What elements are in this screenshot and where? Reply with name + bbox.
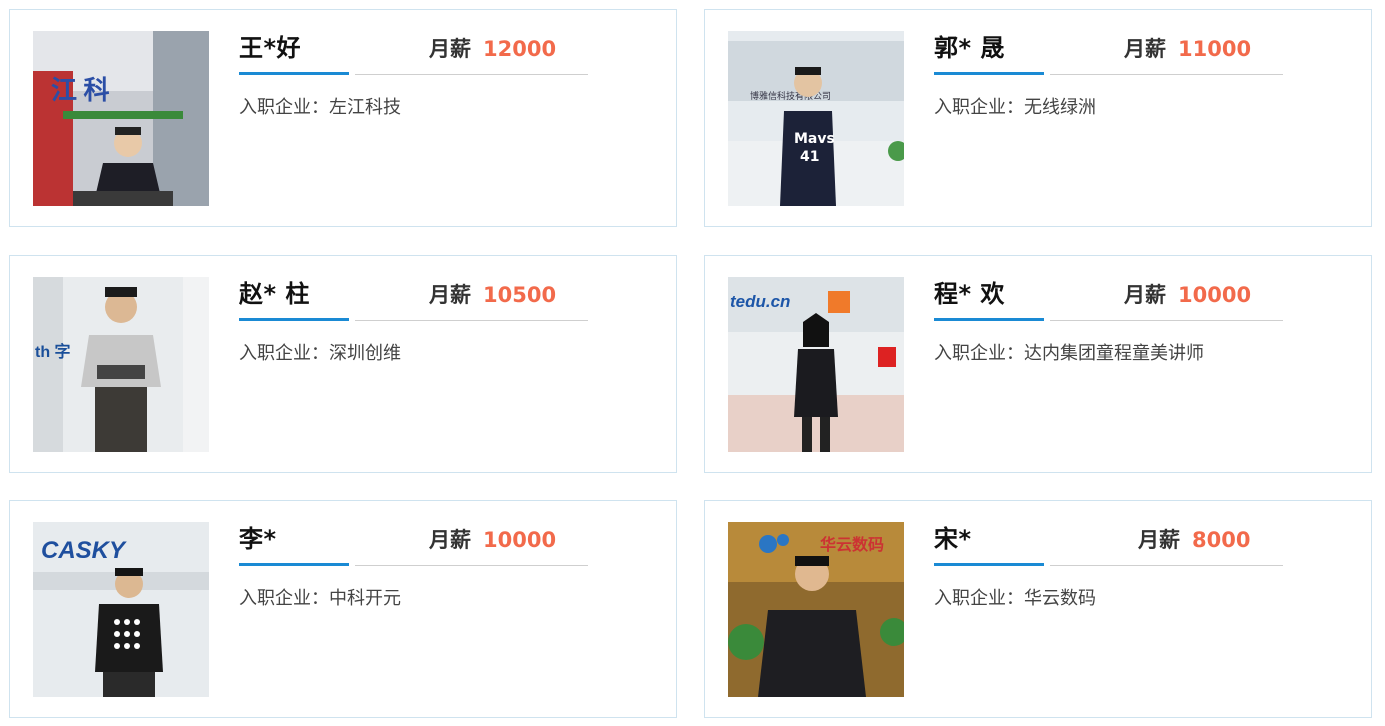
company-line: 入职企业：左江科技 [239,95,401,121]
employee-photo: CASKY [33,522,209,697]
salary-block: 月薪 12000 [429,34,589,64]
company-line: 入职企业：中科开元 [239,586,401,612]
employee-card[interactable]: 华云数码 宋* 月薪 8000 入职企业：华云数码 [704,500,1372,718]
company-name: 左江科技 [329,97,401,118]
employee-photo: 博雅信科技有限公司 Mavs 41 [728,31,904,206]
salary-underline [1050,74,1283,75]
photo-sign-text: CASKY [41,537,127,564]
salary-label: 月薪 [1124,283,1166,307]
salary-value: 10000 [483,528,557,552]
salary-label: 月薪 [429,528,471,552]
salary-value: 11000 [1178,37,1252,61]
employee-card[interactable]: 江 科 王*好 月薪 12000 入职企业：左江科技 [9,9,677,227]
svg-text:41: 41 [800,149,819,165]
salary-underline [1050,565,1283,566]
salary-label: 月薪 [1138,528,1180,552]
company-name: 深圳创维 [329,343,401,364]
salary-value: 12000 [483,37,557,61]
employment-card-grid: 江 科 王*好 月薪 12000 入职企业：左江科技 博雅信科技有限公司 Mav… [0,0,1385,726]
name-underline [239,318,349,321]
salary-label: 月薪 [429,283,471,307]
company-prefix: 入职企业： [934,97,1024,118]
salary-underline [355,565,588,566]
name-underline [239,72,349,75]
employee-photo: tedu.cn [728,277,904,452]
photo-sign-text: tedu.cn [730,292,790,311]
salary-label: 月薪 [429,37,471,61]
name-underline [239,563,349,566]
salary-underline [355,320,588,321]
salary-block: 月薪 10000 [1124,280,1284,310]
company-name: 中科开元 [329,588,401,609]
company-line: 入职企业：深圳创维 [239,341,401,367]
company-prefix: 入职企业： [239,588,329,609]
employee-name: 赵* 柱 [239,280,310,308]
svg-text:Mavs: Mavs [794,131,835,147]
salary-label: 月薪 [1124,37,1166,61]
employee-card[interactable]: tedu.cn 程* 欢 月薪 10000 入职企业：达内集团童程童美讲师 [704,255,1372,473]
company-prefix: 入职企业： [934,588,1024,609]
company-prefix: 入职企业： [934,343,1024,364]
photo-sign-text: 华云数码 [820,535,884,554]
employee-photo: 江 科 [33,31,209,206]
name-underline [934,318,1044,321]
salary-block: 月薪 10000 [429,525,589,555]
employee-name: 程* 欢 [934,280,1005,308]
salary-block: 月薪 11000 [1124,34,1284,64]
employee-card[interactable]: 博雅信科技有限公司 Mavs 41 郭* 晟 月薪 11000 入职企业：无线绿洲 [704,9,1372,227]
company-prefix: 入职企业： [239,97,329,118]
company-name: 达内集团童程童美讲师 [1024,343,1204,364]
salary-block: 月薪 8000 [1138,525,1298,555]
company-name: 华云数码 [1024,588,1096,609]
salary-value: 10000 [1178,283,1252,307]
company-name: 无线绿洲 [1024,97,1096,118]
photo-sign-text: th 字 [35,342,71,361]
name-underline [934,72,1044,75]
employee-name: 王*好 [239,34,302,62]
employee-name: 李* [239,525,277,553]
company-line: 入职企业：无线绿洲 [934,95,1096,121]
company-prefix: 入职企业： [239,343,329,364]
salary-block: 月薪 10500 [429,280,589,310]
employee-name: 宋* [934,525,972,553]
company-line: 入职企业：华云数码 [934,586,1096,612]
salary-underline [1050,320,1283,321]
salary-value: 8000 [1192,528,1251,552]
employee-card[interactable]: th 字 赵* 柱 月薪 10500 入职企业：深圳创维 [9,255,677,473]
employee-photo: th 字 [33,277,209,452]
company-line: 入职企业：达内集团童程童美讲师 [934,341,1204,367]
employee-photo: 华云数码 [728,522,904,697]
name-underline [934,563,1044,566]
employee-card[interactable]: CASKY 李* 月薪 10000 入职企业：中科开元 [9,500,677,718]
salary-underline [355,74,588,75]
salary-value: 10500 [483,283,557,307]
employee-name: 郭* 晟 [934,34,1005,62]
photo-sign-text: 江 科 [51,76,110,105]
